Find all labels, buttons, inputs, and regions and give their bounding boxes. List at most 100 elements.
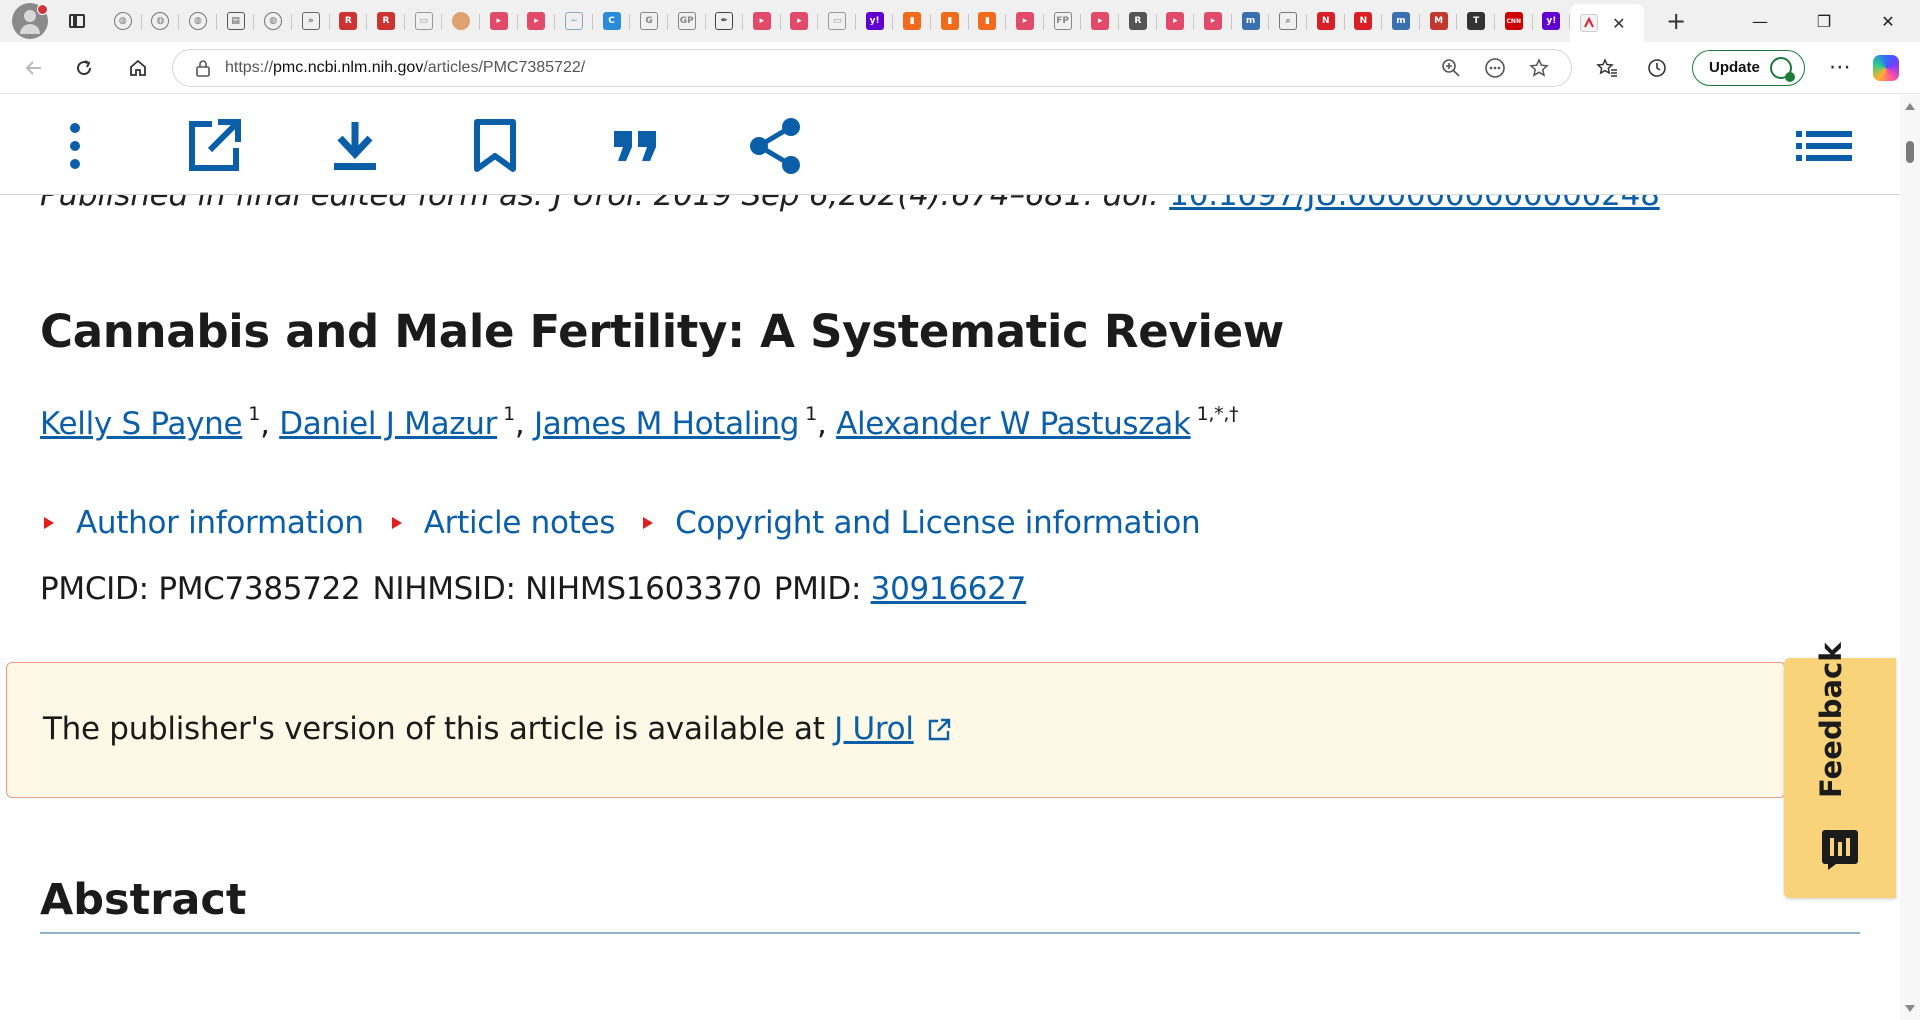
tab-list: ◍ ◍ ◍ ▤ ◍» R R ▭ ● ▸ ▸ ~ C G GP ✒ ▸ ▸ ▭ y! ▮ ▮ ▮ ▸ FP ▸ R ▸ ▸ m ⌕ N Nm M T… xyxy=(104,0,1570,42)
author-affiliation[interactable]: 1 xyxy=(248,403,260,425)
browser-tab[interactable]: N xyxy=(1345,4,1383,38)
browser-tab[interactable]: ~ xyxy=(555,4,593,38)
browser-tab[interactable]: y! xyxy=(856,4,894,38)
restore-icon[interactable]: ❐ xyxy=(1792,0,1856,42)
publisher-link[interactable]: J Urol xyxy=(834,711,914,747)
author-link[interactable]: Daniel J Mazur xyxy=(279,406,497,442)
browser-tab[interactable]: ▮ xyxy=(969,4,1007,38)
browser-tab[interactable]: ⌕ xyxy=(1269,4,1307,38)
author-affiliation[interactable]: 1,*,† xyxy=(1197,403,1239,425)
browser-tab[interactable]: FP xyxy=(1044,4,1082,38)
author-information-toggle[interactable]: Author information xyxy=(44,505,364,541)
close-window-icon[interactable]: ✕ xyxy=(1856,0,1920,42)
close-tab-icon[interactable]: ✕ xyxy=(1612,14,1625,33)
browser-tab[interactable]: m xyxy=(1382,4,1420,38)
browser-tab[interactable]: ▮ xyxy=(931,4,969,38)
browser-tab[interactable]: ▸ xyxy=(518,4,556,38)
pmid-link[interactable]: 30916627 xyxy=(871,571,1027,607)
reload-button[interactable] xyxy=(64,48,104,88)
minimize-icon[interactable]: — xyxy=(1728,0,1792,42)
page-scrollbar[interactable] xyxy=(1900,95,1920,1020)
scroll-up-icon[interactable] xyxy=(1905,103,1915,110)
browser-tab[interactable]: R xyxy=(1119,4,1157,38)
browser-tab[interactable]: ▸ xyxy=(480,4,518,38)
browser-tab[interactable]: ▭ xyxy=(405,4,443,38)
open-external-icon[interactable] xyxy=(185,117,243,175)
favorite-star-icon[interactable] xyxy=(1517,51,1561,85)
author-affiliation[interactable]: 1 xyxy=(503,403,515,425)
new-tab-button[interactable]: + xyxy=(1658,3,1694,39)
pdf-icon: ▭ xyxy=(828,12,847,30)
tab-active-pmc[interactable]: ✕ xyxy=(1570,4,1645,42)
nihmsid-value: NIHMS1603370 xyxy=(525,571,762,607)
author-link[interactable]: Kelly S Payne xyxy=(40,406,243,442)
feedback-label: Feedback xyxy=(1814,642,1848,798)
home-button[interactable] xyxy=(118,48,158,88)
browser-tab[interactable]: ◍ xyxy=(179,4,217,38)
browser-tab[interactable]: ▸ xyxy=(1194,4,1232,38)
browser-tab[interactable]: M xyxy=(1420,4,1458,38)
browser-tab[interactable]: m xyxy=(1232,4,1270,38)
share-icon[interactable] xyxy=(746,117,804,175)
browser-tab[interactable]: ▸ xyxy=(781,4,819,38)
more-menu-icon[interactable]: ⋯ xyxy=(1815,48,1865,88)
browser-tab[interactable]: C xyxy=(593,4,631,38)
back-button[interactable] xyxy=(14,48,54,88)
health-icon xyxy=(1769,56,1795,82)
browser-tab[interactable]: ◍ xyxy=(104,4,142,38)
browser-tab[interactable]: ▸ xyxy=(1006,4,1044,38)
youtube-icon: ▸ xyxy=(1166,12,1185,30)
publisher-version-notice: The publisher's version of this article … xyxy=(6,662,1786,798)
browser-tab[interactable]: ▸ xyxy=(1157,4,1195,38)
table-of-contents-icon[interactable] xyxy=(1795,117,1853,175)
browser-tab[interactable]: CNN xyxy=(1495,4,1533,38)
browser-tab[interactable]: ▸ xyxy=(743,4,781,38)
scroll-thumb[interactable] xyxy=(1906,141,1914,163)
search-icon: ⌕ xyxy=(1279,12,1298,30)
address-bar[interactable]: https://pmc.ncbi.nlm.nih.gov/articles/PM… xyxy=(172,48,1572,87)
expand-triangle-icon xyxy=(643,517,654,529)
youtube-icon: ▸ xyxy=(1016,12,1035,30)
browser-tab[interactable]: ▭ xyxy=(818,4,856,38)
bookmark-icon[interactable] xyxy=(466,117,524,175)
browser-tab[interactable]: ▸ xyxy=(1081,4,1119,38)
news-icon: ▤ xyxy=(226,12,245,30)
scroll-down-icon[interactable] xyxy=(1905,1005,1915,1012)
notice-message: The publisher's version of this article … xyxy=(43,711,835,747)
browser-tab[interactable]: » xyxy=(292,4,330,38)
tab-actions-icon[interactable] xyxy=(62,6,92,36)
browser-tab[interactable]: GP xyxy=(668,4,706,38)
article-notes-toggle[interactable]: Article notes xyxy=(391,505,615,541)
browser-tab[interactable]: ◍ xyxy=(142,4,180,38)
author-affiliation[interactable]: 1 xyxy=(805,403,817,425)
browser-tab[interactable]: ✒ xyxy=(706,4,744,38)
history-icon[interactable] xyxy=(1632,48,1682,88)
copyright-license-toggle[interactable]: Copyright and License information xyxy=(643,505,1201,541)
lock-icon[interactable] xyxy=(193,58,213,78)
browser-tab[interactable]: G xyxy=(630,4,668,38)
url-text[interactable]: https://pmc.ncbi.nlm.nih.gov/articles/PM… xyxy=(225,59,1429,77)
browser-tab[interactable]: ▮ xyxy=(893,4,931,38)
browser-tab[interactable]: R xyxy=(367,4,405,38)
feedback-button[interactable]: Feedback xyxy=(1784,642,1896,898)
browser-tab[interactable]: ● xyxy=(442,4,480,38)
zoom-icon[interactable] xyxy=(1429,51,1473,85)
browser-tab[interactable]: N xyxy=(1307,4,1345,38)
browser-tab[interactable]: R xyxy=(330,4,368,38)
browser-tab[interactable]: T xyxy=(1457,4,1495,38)
favorites-icon[interactable] xyxy=(1582,48,1632,88)
profile-avatar[interactable] xyxy=(12,3,48,39)
fp-icon: FP xyxy=(1053,12,1072,30)
copilot-icon[interactable] xyxy=(1872,54,1899,81)
author-link[interactable]: Alexander W Pastuszak xyxy=(836,406,1191,442)
more-options-icon[interactable] xyxy=(46,117,104,175)
browser-tab[interactable]: y! xyxy=(1533,4,1571,38)
cite-icon[interactable] xyxy=(606,117,664,175)
browser-tab[interactable]: ▤ xyxy=(217,4,255,38)
browser-tab[interactable]: ◍ xyxy=(254,4,292,38)
page-actions-icon[interactable] xyxy=(1473,51,1517,85)
author-link[interactable]: James M Hotaling xyxy=(534,406,800,442)
update-button[interactable]: Update xyxy=(1692,49,1805,86)
download-icon[interactable] xyxy=(326,117,384,175)
url-prefix: https:// xyxy=(225,58,274,76)
